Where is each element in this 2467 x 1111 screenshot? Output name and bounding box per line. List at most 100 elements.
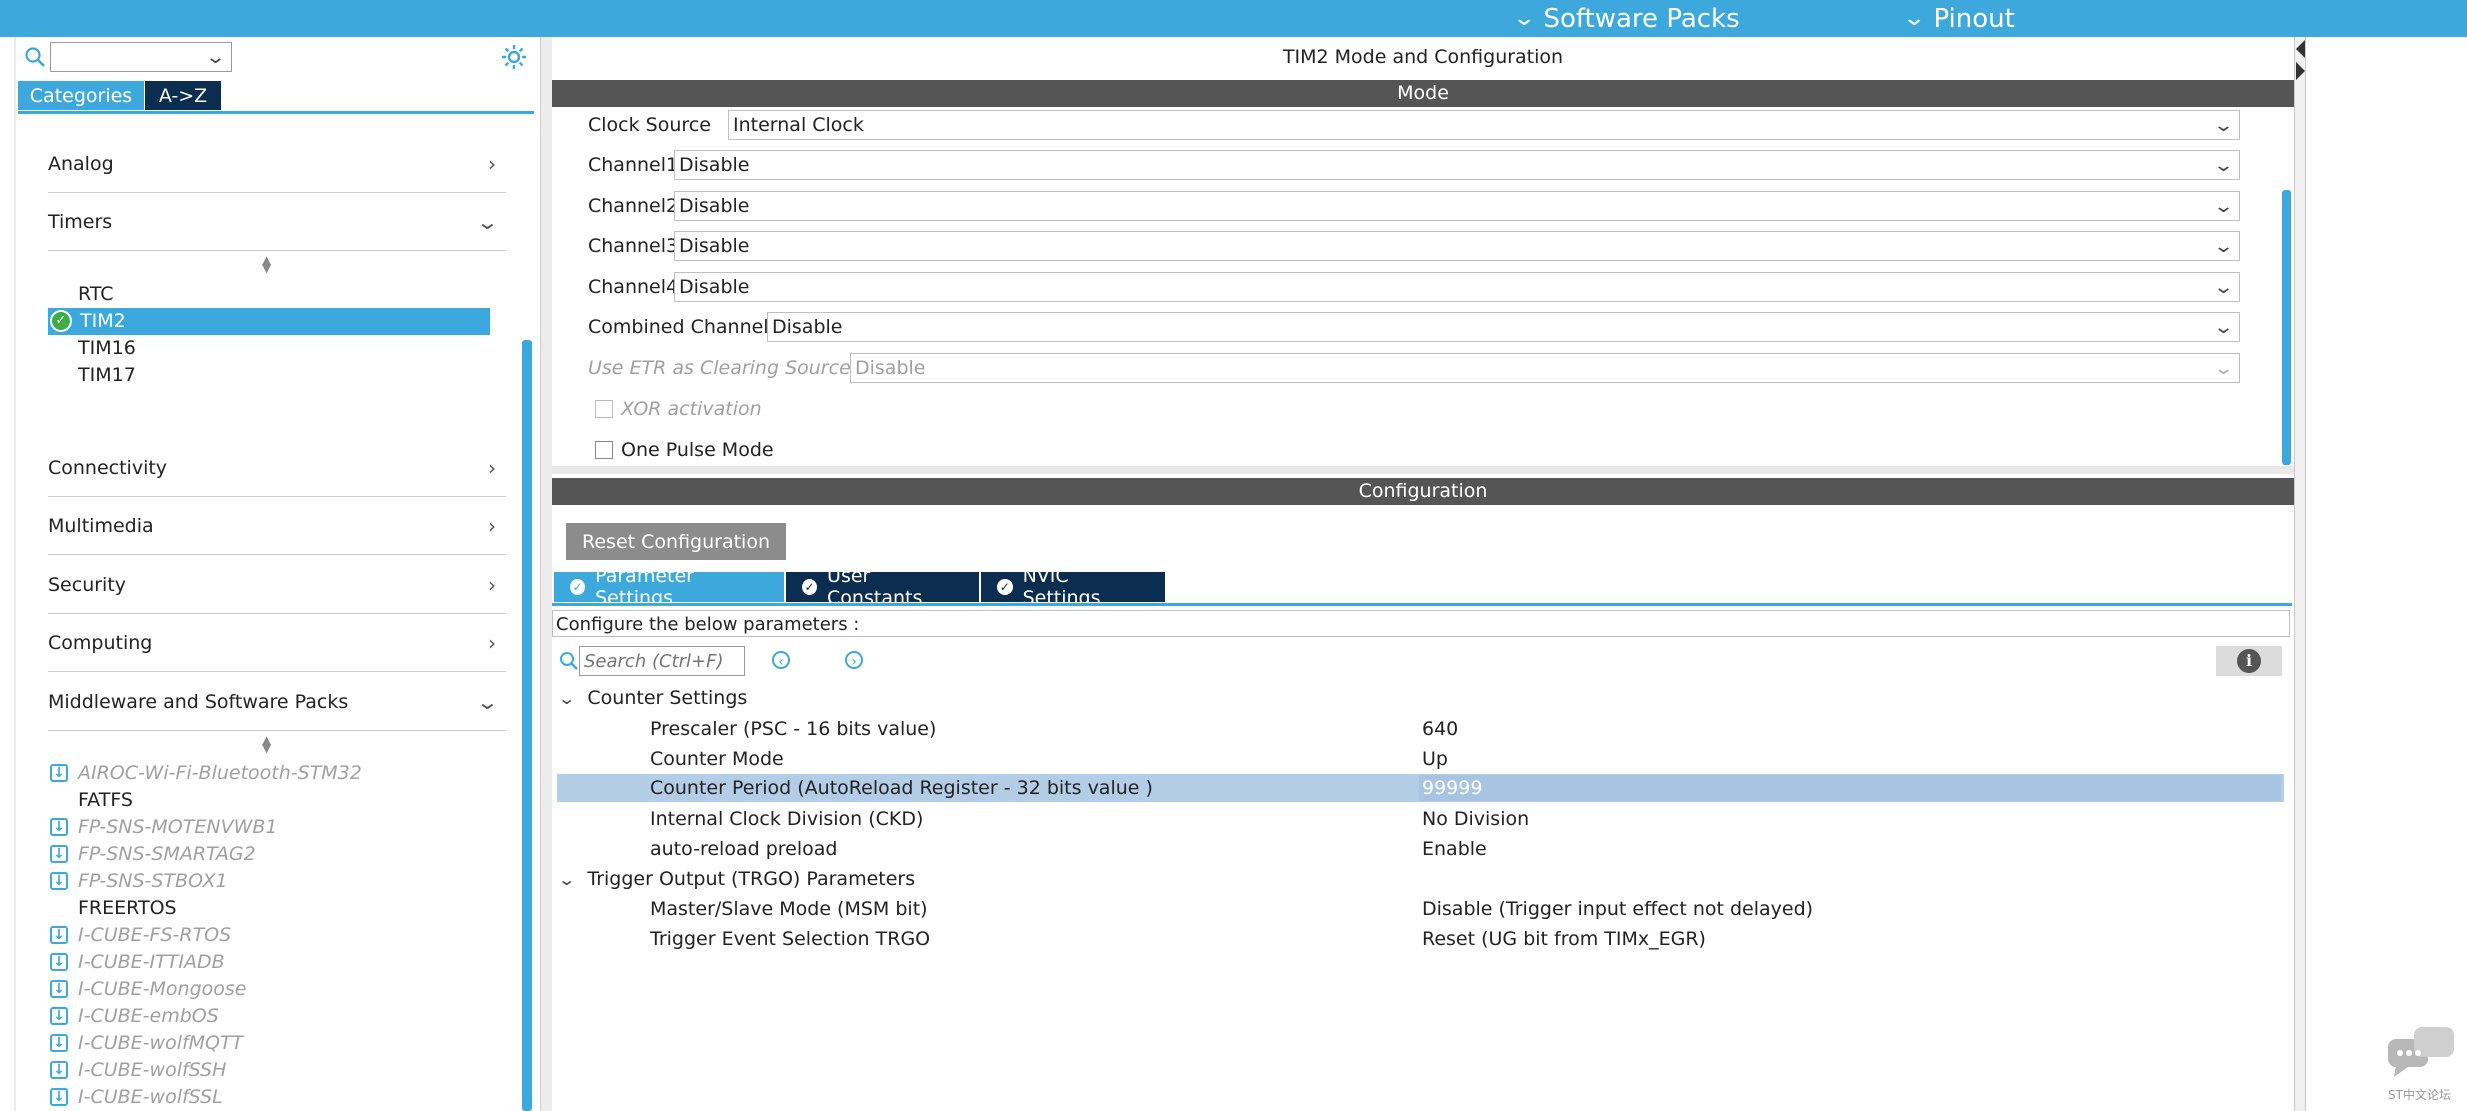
mode-scrollbar[interactable] <box>2282 190 2291 465</box>
timer-item-tim16[interactable]: TIM16 <box>78 337 136 359</box>
check-circle-icon: ✓ <box>802 579 818 595</box>
middleware-item[interactable]: ↓ I-CUBE-Mongoose <box>50 978 247 1000</box>
info-button[interactable]: i <box>2216 646 2282 676</box>
middleware-item[interactable]: ↓ AIROC-Wi-Fi-Bluetooth-STM32 <box>50 762 362 784</box>
pinout-menu[interactable]: ⌄ Pinout <box>1902 0 2015 37</box>
channel1-label: Channel1 <box>588 154 679 176</box>
param-value[interactable]: No Division <box>1422 804 1529 834</box>
mode-config-splitter[interactable] <box>552 466 2294 474</box>
channel2-select[interactable]: Disable ⌄ <box>674 191 2240 221</box>
param-value[interactable]: Up <box>1422 744 1448 774</box>
chevron-right-icon: › <box>488 152 496 176</box>
channel3-value: Disable <box>679 235 750 257</box>
param-name: Counter Mode <box>650 748 784 770</box>
channel1-select[interactable]: Disable ⌄ <box>674 150 2240 180</box>
middleware-item[interactable]: ↓ FP-SNS-MOTENVWB1 <box>50 816 277 838</box>
param-value[interactable]: Disable (Trigger input effect not delaye… <box>1422 894 1813 924</box>
tab-az[interactable]: A->Z <box>145 81 221 110</box>
clock-source-value: Internal Clock <box>733 114 864 136</box>
download-icon: ↓ <box>50 818 68 836</box>
download-icon: ↓ <box>50 1088 68 1106</box>
combined-channels-select[interactable]: Disable ⌄ <box>767 312 2240 342</box>
download-icon: ↓ <box>50 980 68 998</box>
one-pulse-checkbox[interactable] <box>595 439 613 459</box>
category-security[interactable]: Security › <box>48 557 506 614</box>
chevron-down-icon: ⌄ <box>2212 316 2235 338</box>
chevron-down-icon: ⌄ <box>2212 114 2235 136</box>
category-timers-label: Timers <box>48 211 113 233</box>
middleware-item[interactable]: ↓ I-CUBE-FS-RTOS <box>50 924 232 946</box>
param-value[interactable]: Reset (UG bit from TIMx_EGR) <box>1422 924 1706 954</box>
top-bar <box>0 0 2467 37</box>
sort-arrows-icon[interactable]: ▲ ▼ <box>262 734 271 754</box>
group-counter-settings[interactable]: ⌄ Counter Settings <box>557 683 748 713</box>
param-value[interactable]: Enable <box>1422 834 1487 864</box>
chevron-down-icon: ⌄ <box>557 869 577 889</box>
channel2-value: Disable <box>679 195 750 217</box>
tab-user-constants[interactable]: ✓ User Constants <box>786 565 979 609</box>
category-computing[interactable]: Computing › <box>48 615 506 672</box>
timer-item-tim17[interactable]: TIM17 <box>78 364 136 386</box>
middleware-item-label: FATFS <box>78 789 133 811</box>
group-trgo-parameters[interactable]: ⌄ Trigger Output (TRGO) Parameters <box>557 864 915 894</box>
timer-item-label: TIM16 <box>78 337 136 359</box>
tab-categories[interactable]: Categories <box>18 81 144 110</box>
tab-nvic-settings[interactable]: ✓ NVIC Settings <box>981 565 1165 609</box>
reset-configuration-button[interactable]: Reset Configuration <box>566 523 786 560</box>
timer-item-rtc[interactable]: RTC <box>78 283 114 305</box>
component-search-combo[interactable]: ⌄ <box>50 42 232 72</box>
middleware-item[interactable]: FREERTOS <box>78 897 177 919</box>
middleware-item[interactable]: ↓ FP-SNS-SMARTAG2 <box>50 843 256 865</box>
right-splitter[interactable] <box>2294 37 2306 1111</box>
middleware-item[interactable]: ↓ I-CUBE-wolfSSH <box>50 1059 226 1081</box>
mode-header: Mode <box>552 80 2294 107</box>
middleware-item[interactable]: ↓ FP-SNS-STBOX1 <box>50 870 228 892</box>
left-edge <box>14 37 16 1111</box>
clock-source-select[interactable]: Internal Clock ⌄ <box>728 110 2240 140</box>
category-timers[interactable]: Timers ⌄ <box>48 194 506 251</box>
tab-parameter-settings[interactable]: ✓ Parameter Settings <box>554 565 784 609</box>
category-analog-label: Analog <box>48 153 114 175</box>
category-middleware-label: Middleware and Software Packs <box>48 691 349 713</box>
reset-configuration-label: Reset Configuration <box>582 530 770 553</box>
category-connectivity[interactable]: Connectivity › <box>48 440 506 497</box>
category-middleware[interactable]: Middleware and Software Packs ⌄ <box>48 674 506 731</box>
middleware-item[interactable]: ↓ I-CUBE-wolfSSL <box>50 1086 223 1108</box>
sort-arrows-icon[interactable]: ▲ ▼ <box>262 254 271 274</box>
chevron-right-icon: › <box>488 456 496 480</box>
middleware-item[interactable]: ↓ I-CUBE-embOS <box>50 1005 219 1027</box>
channel3-label: Channel3 <box>588 235 679 257</box>
software-packs-label: Software Packs <box>1543 3 1740 34</box>
chevron-down-icon: ⌄ <box>557 688 577 708</box>
xor-activation-label: XOR activation <box>621 398 762 420</box>
configure-text: Configure the below parameters : <box>552 610 2290 637</box>
left-scrollbar[interactable] <box>522 340 532 1111</box>
previous-match-icon[interactable]: ‹ <box>772 651 790 670</box>
chevron-down-icon: ⌄ <box>2212 195 2235 217</box>
middleware-item[interactable]: FATFS <box>78 789 133 811</box>
etr-select: Disable ⌄ <box>850 353 2240 383</box>
param-value[interactable]: 640 <box>1422 714 1458 744</box>
channel3-select[interactable]: Disable ⌄ <box>674 231 2240 261</box>
chevron-right-icon: › <box>488 573 496 597</box>
category-multimedia[interactable]: Multimedia › <box>48 498 506 555</box>
collapse-left-icon[interactable] <box>2296 40 2305 58</box>
middleware-item[interactable]: ↓ I-CUBE-ITTIADB <box>50 951 225 973</box>
collapse-right-icon[interactable] <box>2296 62 2305 80</box>
pinout-label: Pinout <box>1933 3 2015 34</box>
group-counter-label: Counter Settings <box>587 687 748 709</box>
category-analog[interactable]: Analog › <box>48 136 506 193</box>
param-value-field[interactable]: 99999 <box>1419 775 2281 801</box>
middleware-item-label: I-CUBE-FS-RTOS <box>78 924 232 946</box>
channel4-select[interactable]: Disable ⌄ <box>674 272 2240 302</box>
download-icon: ↓ <box>50 953 68 971</box>
software-packs-menu[interactable]: ⌄ Software Packs <box>1512 0 1740 37</box>
category-computing-label: Computing <box>48 632 153 654</box>
parameter-search-input[interactable] <box>579 646 745 676</box>
gear-icon[interactable] <box>500 43 528 71</box>
next-match-icon[interactable]: › <box>845 651 863 670</box>
download-icon: ↓ <box>50 1061 68 1079</box>
chevron-right-icon: › <box>488 514 496 538</box>
download-icon: ↓ <box>50 764 68 782</box>
middleware-item[interactable]: ↓ I-CUBE-wolfMQTT <box>50 1032 243 1054</box>
